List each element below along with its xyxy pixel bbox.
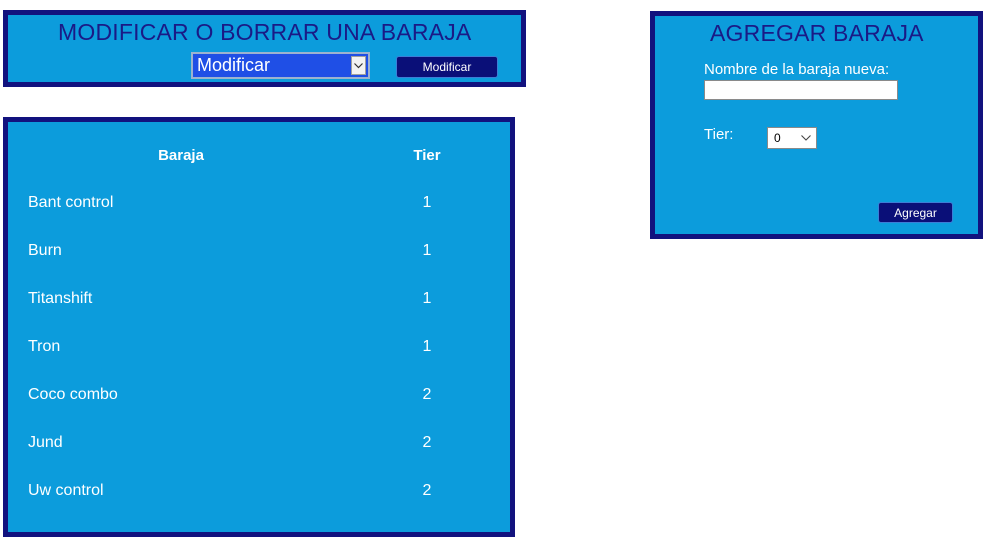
add-button[interactable]: Agregar [878,202,953,223]
action-select[interactable]: Modificar [191,52,370,79]
tier-select[interactable]: 0 [767,127,817,149]
deck-name-cell: Jund [28,434,63,451]
deck-tier-cell: 1 [422,338,432,355]
table-row[interactable]: Burn 1 [8,242,510,290]
deck-tier-cell: 2 [422,434,432,451]
deck-tier-cell: 2 [422,482,432,499]
deck-tier-cell: 1 [422,290,432,307]
deck-name-label: Nombre de la baraja nueva: [704,61,890,78]
modify-button[interactable]: Modificar [396,56,498,78]
table-row[interactable]: Uw control 2 [8,482,510,530]
column-header-tier: Tier [413,147,441,164]
tier-select-value: 0 [774,131,781,145]
deck-name-cell: Coco combo [28,386,118,403]
chevron-down-icon[interactable] [351,56,366,75]
table-row[interactable]: Jund 2 [8,434,510,482]
modify-delete-panel: MODIFICAR O BORRAR UNA BARAJA Modificar … [3,10,526,87]
deck-name-input[interactable] [704,80,898,100]
chevron-down-icon[interactable] [801,135,811,141]
column-header-baraja: Baraja [158,147,204,164]
deck-tier-cell: 1 [422,242,432,259]
deck-tier-cell: 1 [422,194,432,211]
table-row[interactable]: Coco combo 2 [8,386,510,434]
modify-panel-title: MODIFICAR O BORRAR UNA BARAJA [58,19,472,45]
deck-name-cell: Tron [28,338,61,355]
action-select-value: Modificar [197,55,271,75]
table-row[interactable]: Tron 1 [8,338,510,386]
deck-name-cell: Bant control [28,194,114,211]
deck-name-cell: Uw control [28,482,104,499]
deck-name-cell: Titanshift [28,290,93,307]
deck-table: Baraja Tier Bant control 1 Burn 1 Titans… [3,117,515,537]
add-panel-title: AGREGAR BARAJA [710,20,924,46]
deck-tier-cell: 2 [422,386,432,403]
table-row[interactable]: Bant control 1 [8,194,510,242]
deck-name-cell: Burn [28,242,62,259]
table-row[interactable]: Titanshift 1 [8,290,510,338]
add-deck-panel: AGREGAR BARAJA Nombre de la baraja nueva… [650,11,983,239]
tier-label: Tier: [704,126,734,143]
